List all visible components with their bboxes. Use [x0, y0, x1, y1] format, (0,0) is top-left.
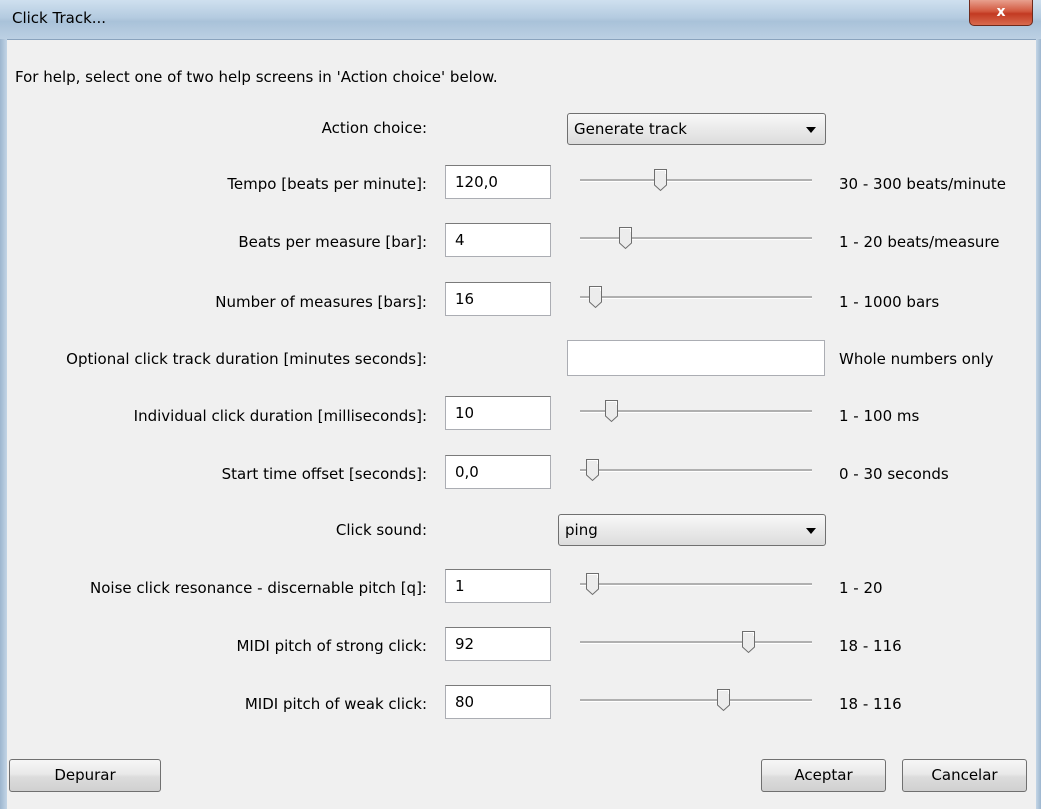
click-sound-label: Click sound:: [335, 521, 427, 539]
window-frame-right: [1036, 39, 1041, 809]
midi-strong-label: MIDI pitch of strong click:: [236, 637, 427, 655]
close-button[interactable]: x: [969, 0, 1033, 26]
beats-per-measure-range: 1 - 20 beats/measure: [839, 233, 1000, 251]
slider-track: [580, 699, 812, 702]
measures-label: Number of measures [bars]:: [215, 293, 427, 311]
click-sound-dropdown[interactable]: ping: [558, 514, 826, 546]
slider-thumb[interactable]: [585, 572, 600, 596]
window-frame-left: [0, 39, 7, 809]
action-choice-value: Generate track: [574, 120, 687, 138]
close-icon: x: [996, 4, 1006, 20]
chevron-down-icon: [806, 127, 816, 133]
midi-weak-range: 18 - 116: [839, 695, 902, 713]
slider-thumb[interactable]: [588, 285, 603, 309]
click-sound-value: ping: [565, 521, 598, 539]
click-duration-input[interactable]: [445, 396, 551, 430]
tempo-range: 30 - 300 beats/minute: [839, 175, 1007, 193]
action-choice-dropdown[interactable]: Generate track: [567, 113, 826, 145]
slider-track: [580, 296, 812, 299]
action-choice-label: Action choice:: [321, 119, 427, 137]
midi-weak-input[interactable]: [445, 685, 551, 719]
start-offset-input[interactable]: [445, 455, 551, 489]
start-offset-label: Start time offset [seconds]:: [221, 465, 427, 483]
slider-thumb[interactable]: [716, 688, 731, 712]
help-text: For help, select one of two help screens…: [15, 68, 498, 86]
debug-button[interactable]: Depurar: [9, 759, 161, 792]
slider-track: [580, 179, 812, 182]
midi-strong-range: 18 - 116: [839, 637, 902, 655]
tempo-slider[interactable]: [580, 165, 812, 195]
midi-weak-slider[interactable]: [580, 685, 812, 715]
slider-thumb[interactable]: [604, 399, 619, 423]
noise-resonance-slider[interactable]: [580, 569, 812, 599]
slider-track: [580, 237, 812, 240]
noise-resonance-input[interactable]: [445, 569, 551, 603]
midi-strong-input[interactable]: [445, 627, 551, 661]
slider-track: [580, 583, 812, 586]
beats-per-measure-slider[interactable]: [580, 223, 812, 253]
midi-strong-slider[interactable]: [580, 627, 812, 657]
duration-input[interactable]: [567, 340, 825, 376]
cancel-button[interactable]: Cancelar: [902, 759, 1027, 792]
midi-weak-label: MIDI pitch of weak click:: [244, 695, 427, 713]
slider-thumb[interactable]: [741, 630, 756, 654]
start-offset-range: 0 - 30 seconds: [839, 465, 949, 483]
tempo-input[interactable]: [445, 165, 551, 199]
click-duration-range: 1 - 100 ms: [839, 407, 920, 425]
slider-thumb[interactable]: [653, 168, 668, 192]
slider-track: [580, 469, 812, 472]
slider-track: [580, 641, 812, 644]
duration-label: Optional click track duration [minutes s…: [66, 350, 427, 368]
click-duration-slider[interactable]: [580, 396, 812, 426]
chevron-down-icon: [806, 528, 816, 534]
noise-resonance-range: 1 - 20: [839, 579, 883, 597]
measures-range: 1 - 1000 bars: [839, 293, 940, 311]
start-offset-slider[interactable]: [580, 455, 812, 485]
beats-per-measure-input[interactable]: [445, 223, 551, 257]
measures-slider[interactable]: [580, 282, 812, 312]
window-title: Click Track...: [12, 9, 107, 27]
slider-thumb[interactable]: [618, 226, 633, 250]
duration-hint: Whole numbers only: [839, 350, 994, 368]
measures-input[interactable]: [445, 282, 551, 316]
beats-per-measure-label: Beats per measure [bar]:: [238, 233, 427, 251]
noise-resonance-label: Noise click resonance - discernable pitc…: [90, 579, 427, 597]
ok-button[interactable]: Aceptar: [761, 759, 886, 792]
click-duration-label: Individual click duration [milliseconds]…: [133, 407, 427, 425]
slider-thumb[interactable]: [585, 458, 600, 482]
title-bar: Click Track... x: [0, 0, 1041, 40]
tempo-label: Tempo [beats per minute]:: [227, 175, 427, 193]
